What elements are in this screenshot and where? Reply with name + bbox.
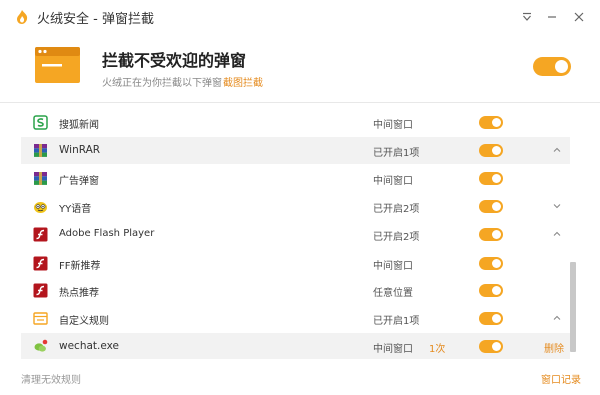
list-item[interactable]: wechat.exe 中间窗口 1次 删除 xyxy=(21,333,570,359)
close-icon xyxy=(574,12,584,22)
rule-status: 已开启1项 xyxy=(373,316,420,327)
rule-toggle-switch[interactable] xyxy=(479,340,503,353)
winrar-icon xyxy=(34,144,47,157)
popup-rule-list[interactable]: 搜狐新闻 中间窗口 WinRAR 已开启1项 广告弹窗 中间窗口 YY语音 已开… xyxy=(21,109,570,359)
master-toggle-switch[interactable] xyxy=(533,57,571,76)
rule-toggle-switch[interactable] xyxy=(479,228,503,241)
list-item[interactable]: Adobe Flash Player 已开启2项 xyxy=(21,221,570,248)
list-item[interactable]: FF新推荐 中间窗口 xyxy=(21,250,570,277)
list-item[interactable]: WinRAR 已开启1项 xyxy=(21,137,570,164)
block-count: 1次 xyxy=(429,344,446,355)
popup-block-header: 拦截不受欢迎的弹窗 火绒正在为你拦截以下弹窗 截图拦截 xyxy=(0,34,600,102)
page-subtitle: 火绒正在为你拦截以下弹窗 xyxy=(102,78,222,89)
list-item[interactable]: 自定义规则 已开启1项 xyxy=(21,305,570,332)
menu-dropdown-icon xyxy=(523,12,531,21)
rule-status: 中间窗口 xyxy=(373,344,413,355)
close-button[interactable] xyxy=(568,6,590,28)
minimize-icon xyxy=(548,16,556,18)
rule-status: 中间窗口 xyxy=(373,120,413,131)
list-scrollbar[interactable] xyxy=(570,262,576,352)
huorong-logo-icon xyxy=(17,10,28,24)
rule-toggle-switch[interactable] xyxy=(479,144,503,157)
screenshot-block-link[interactable]: 截图拦截 xyxy=(223,74,263,89)
page-title: 拦截不受欢迎的弹窗 xyxy=(102,51,247,70)
yy-icon xyxy=(34,202,47,213)
popup-window-icon xyxy=(35,47,80,83)
rule-name: wechat.exe xyxy=(59,340,119,352)
rule-name: Adobe Flash Player xyxy=(59,228,155,239)
flash-icon xyxy=(33,256,48,271)
sohu-news-icon xyxy=(33,115,48,130)
flash-icon xyxy=(33,227,48,242)
rule-status: 中间窗口 xyxy=(373,176,413,187)
rule-status: 任意位置 xyxy=(373,288,413,299)
list-item[interactable]: 广告弹窗 中间窗口 xyxy=(21,165,570,192)
rule-toggle-switch[interactable] xyxy=(479,200,503,213)
chevron-up-icon[interactable] xyxy=(551,228,563,240)
rule-name: YY语音 xyxy=(59,204,92,215)
rule-toggle-switch[interactable] xyxy=(479,312,503,325)
chevron-down-icon[interactable] xyxy=(551,200,563,212)
rule-name: FF新推荐 xyxy=(59,261,101,272)
winrar-icon xyxy=(34,172,47,185)
rule-name: 搜狐新闻 xyxy=(59,120,99,131)
flash-icon xyxy=(33,283,48,298)
minimize-button[interactable] xyxy=(541,6,563,28)
title-bar: 火绒安全 - 弹窗拦截 xyxy=(0,0,600,34)
chevron-up-icon[interactable] xyxy=(551,312,563,324)
rule-status: 已开启2项 xyxy=(373,204,420,215)
wechat-icon xyxy=(34,339,48,352)
rule-toggle-switch[interactable] xyxy=(479,116,503,129)
delete-rule-link[interactable]: 删除 xyxy=(544,340,564,355)
rule-status: 已开启1项 xyxy=(373,148,420,159)
header-divider xyxy=(0,102,600,103)
rule-name: 广告弹窗 xyxy=(59,176,99,187)
custom-rule-icon xyxy=(33,312,48,325)
list-item[interactable]: 搜狐新闻 中间窗口 xyxy=(21,109,570,136)
rule-status: 已开启2项 xyxy=(373,232,420,243)
clean-invalid-rules-link[interactable]: 清理无效规则 xyxy=(21,371,81,386)
rule-name: 自定义规则 xyxy=(59,316,109,327)
list-item[interactable]: 热点推荐 任意位置 xyxy=(21,277,570,304)
rule-status: 中间窗口 xyxy=(373,261,413,272)
list-item[interactable]: YY语音 已开启2项 xyxy=(21,193,570,220)
window-title: 火绒安全 - 弹窗拦截 xyxy=(37,12,154,27)
rule-name: WinRAR xyxy=(59,144,101,156)
rule-toggle-switch[interactable] xyxy=(479,172,503,185)
rule-toggle-switch[interactable] xyxy=(479,284,503,297)
rule-name: 热点推荐 xyxy=(59,288,99,299)
chevron-up-icon[interactable] xyxy=(551,144,563,156)
menu-dropdown-button[interactable] xyxy=(516,6,538,28)
window-log-link[interactable]: 窗口记录 xyxy=(541,371,581,386)
rule-toggle-switch[interactable] xyxy=(479,257,503,270)
